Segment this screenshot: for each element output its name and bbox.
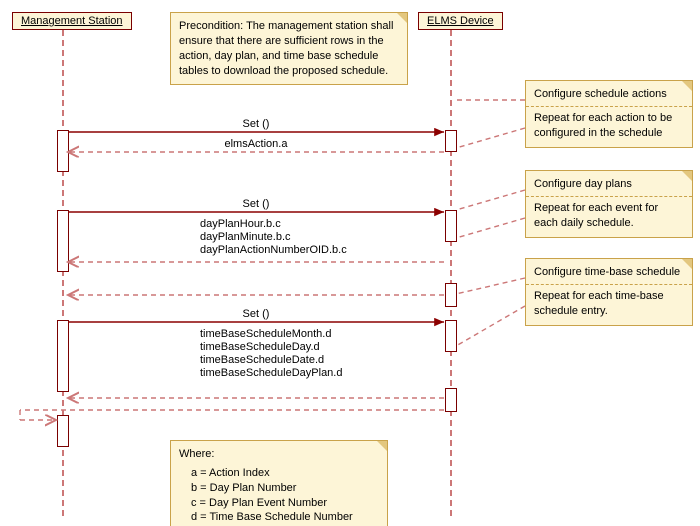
note-title: Configure schedule actions [534, 88, 667, 100]
activation-left-4 [57, 415, 69, 447]
note-legend: Where: a = Action Index b = Day Plan Num… [170, 440, 388, 526]
lifeline-head-management-station: Management Station [12, 12, 132, 30]
activation-right-4 [445, 320, 457, 352]
lifeline-head-elms-device: ELMS Device [418, 12, 503, 30]
msg-return-3c: timeBaseScheduleDate.d [200, 354, 324, 366]
msg-return-3b: timeBaseScheduleDay.d [200, 341, 320, 353]
note-body: Repeat for each action to be configured … [534, 112, 672, 139]
msg-set-1: Set () [68, 118, 444, 130]
legend-title: Where: [179, 447, 379, 462]
msg-return-3a: timeBaseScheduleMonth.d [200, 328, 331, 340]
legend-c: c = Day Plan Event Number [179, 496, 379, 511]
activation-left-3 [57, 320, 69, 392]
activation-right-2 [445, 210, 457, 242]
note-title: Configure day plans [534, 178, 632, 190]
note-configure-day-plans: Configure day plans Repeat for each even… [525, 170, 693, 238]
note-configure-actions: Configure schedule actions Repeat for ea… [525, 80, 693, 148]
note-precondition: Precondition: The management station sha… [170, 12, 408, 85]
legend-b: b = Day Plan Number [179, 481, 379, 496]
legend-d: d = Time Base Schedule Number [179, 510, 379, 525]
msg-set-2: Set () [68, 198, 444, 210]
activation-right-3 [445, 283, 457, 307]
lifeline-right [450, 30, 452, 516]
msg-set-3: Set () [68, 308, 444, 320]
activation-right-5 [445, 388, 457, 412]
msg-return-3d: timeBaseScheduleDayPlan.d [200, 367, 342, 379]
msg-return-2a: dayPlanHour.b.c [200, 218, 281, 230]
note-configure-timebase: Configure time-base schedule Repeat for … [525, 258, 693, 326]
activation-right-1 [445, 130, 457, 152]
msg-return-2c: dayPlanActionNumberOID.b.c [200, 244, 347, 256]
note-title: Configure time-base schedule [534, 266, 680, 278]
note-body: Repeat for each time-base schedule entry… [534, 290, 664, 317]
msg-return-1: elmsAction.a [68, 138, 444, 150]
legend-a: a = Action Index [179, 466, 379, 481]
note-body: Repeat for each event for each daily sch… [534, 202, 658, 229]
sequence-diagram: Management Station ELMS Device Precondit… [0, 0, 700, 526]
activation-left-2 [57, 210, 69, 272]
msg-return-2b: dayPlanMinute.b.c [200, 231, 291, 243]
activation-left-1 [57, 130, 69, 172]
